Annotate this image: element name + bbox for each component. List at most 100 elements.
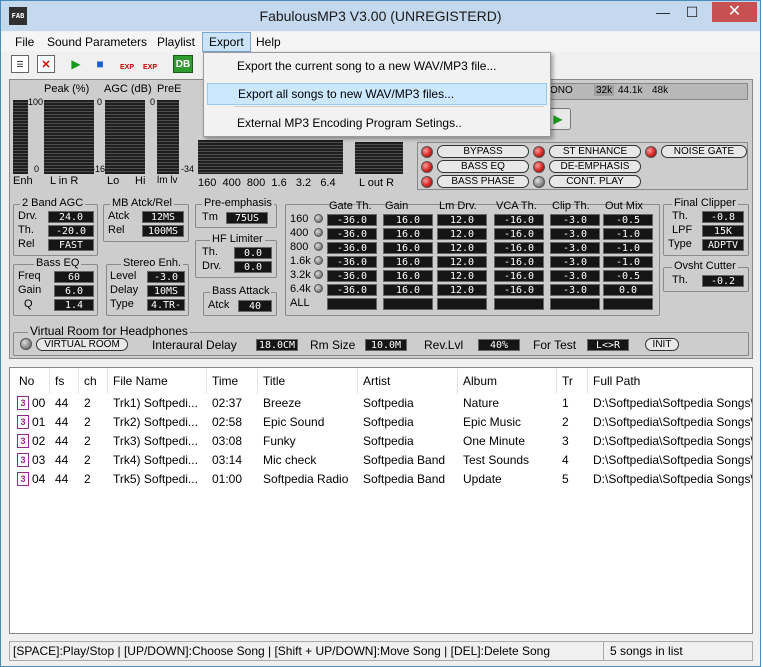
rate-32k[interactable]: 32k [594, 85, 615, 96]
close-button[interactable]: ✕ [712, 2, 757, 22]
table-row[interactable]: 3 01 44 2 Trk2) Softpedi... 02:58 Epic Sound So… [10, 413, 752, 432]
multiband-value[interactable]: 12.0 [437, 270, 487, 282]
mb-rel-value[interactable]: 100MS [142, 225, 184, 237]
multiband-value[interactable]: -16.0 [494, 270, 544, 282]
menu-playlist[interactable]: Playlist [151, 32, 201, 52]
multiband-value[interactable] [550, 298, 600, 310]
multiband-value[interactable]: 12.0 [437, 284, 487, 296]
multiband-value[interactable]: 16.0 [383, 270, 433, 282]
multiband-value[interactable]: -36.0 [327, 256, 377, 268]
multiband-value[interactable]: 16.0 [383, 284, 433, 296]
stereo-level-value[interactable]: -3.0 [147, 271, 185, 283]
stop-icon[interactable]: ■ [91, 55, 109, 73]
multiband-value[interactable]: -3.0 [550, 214, 600, 226]
playlist-icon[interactable]: ☰ [11, 55, 29, 73]
export-current-song-item[interactable]: Export the current song to a new WAV/MP3… [207, 55, 547, 77]
multiband-value[interactable]: -1.0 [603, 242, 653, 254]
bass-eq-button[interactable]: BASS EQ [437, 160, 529, 173]
play-icon[interactable]: ▶ [67, 55, 85, 73]
de-emphasis-button[interactable]: DE-EMPHASIS [549, 160, 641, 173]
table-row[interactable]: 3 02 44 2 Trk3) Softpedi... 03:08 Funky Softped… [10, 432, 752, 451]
menu-sound-parameters[interactable]: Sound Parameters [41, 32, 153, 52]
multiband-value[interactable]: -0.5 [603, 214, 653, 226]
multiband-value[interactable]: -3.0 [550, 270, 600, 282]
hf-drv-value[interactable]: 0.0 [234, 261, 272, 273]
mb-atck-value[interactable]: 12MS [142, 211, 184, 223]
agc-th-value[interactable]: -20.0 [48, 225, 94, 237]
agc-rel-value[interactable]: FAST [48, 239, 94, 251]
multiband-value[interactable]: 0.0 [603, 284, 653, 296]
multiband-value[interactable]: -3.0 [550, 242, 600, 254]
column-header[interactable]: Title [258, 368, 358, 394]
bass-q-value[interactable]: 1.4 [54, 299, 94, 311]
multiband-value[interactable]: -36.0 [327, 284, 377, 296]
multiband-value[interactable]: -16.0 [494, 256, 544, 268]
init-button[interactable]: INIT [645, 338, 679, 351]
column-header[interactable]: File Name [108, 368, 207, 394]
multiband-value[interactable] [494, 298, 544, 310]
column-header[interactable]: Full Path [588, 368, 752, 394]
multiband-value[interactable]: 16.0 [383, 228, 433, 240]
noise-gate-button[interactable]: NOISE GATE [661, 145, 747, 158]
multiband-value[interactable]: -36.0 [327, 242, 377, 254]
column-header[interactable]: Artist [358, 368, 458, 394]
multiband-value[interactable]: -16.0 [494, 214, 544, 226]
clipper-th-value[interactable]: -0.8 [702, 211, 744, 223]
multiband-value[interactable]: -3.0 [550, 256, 600, 268]
cont-play-button[interactable]: CONT. PLAY [549, 175, 641, 188]
clipper-lpf-value[interactable]: 15K [702, 225, 744, 237]
table-row[interactable]: 3 04 44 2 Trk5) Softpedi... 01:00 Softpedia Ra… [10, 470, 752, 489]
multiband-value[interactable]: -16.0 [494, 242, 544, 254]
table-row[interactable]: 3 03 44 2 Trk4) Softpedi... 03:14 Mic check Sof… [10, 451, 752, 470]
stereo-type-value[interactable]: 4.TR- [147, 299, 185, 311]
multiband-value[interactable]: 16.0 [383, 242, 433, 254]
multiband-value[interactable]: -1.0 [603, 256, 653, 268]
multiband-value[interactable]: -1.0 [603, 228, 653, 240]
export-icon[interactable]: EXP [118, 55, 136, 73]
column-header[interactable]: No [10, 368, 50, 394]
multiband-value[interactable] [603, 298, 653, 310]
stereo-delay-value[interactable]: 10MS [147, 285, 185, 297]
title-bar[interactable]: FAB FabulousMP3 V3.00 (UNREGISTERD) — ☐ … [1, 1, 760, 31]
multiband-value[interactable]: -36.0 [327, 214, 377, 226]
bass-atck-value[interactable]: 40 [238, 300, 272, 312]
minimize-button[interactable]: — [650, 2, 676, 22]
multiband-value[interactable]: 16.0 [383, 256, 433, 268]
st-enhance-button[interactable]: ST ENHANCE [549, 145, 641, 158]
bypass-button[interactable]: BYPASS [437, 145, 529, 158]
interaural-delay-value[interactable]: 18.0CM [256, 339, 298, 351]
multiband-value[interactable]: 12.0 [437, 214, 487, 226]
rev-lvl-value[interactable]: 40% [478, 339, 520, 351]
multiband-value[interactable]: 12.0 [437, 256, 487, 268]
multiband-value[interactable] [437, 298, 487, 310]
multiband-value[interactable]: -16.0 [494, 284, 544, 296]
hf-th-value[interactable]: 0.0 [234, 247, 272, 259]
column-header[interactable]: ch [79, 368, 108, 394]
bass-freq-value[interactable]: 60 [54, 271, 94, 283]
rate-48k[interactable]: 48k [652, 85, 668, 96]
multiband-value[interactable]: 12.0 [437, 228, 487, 240]
maximize-button[interactable]: ☐ [679, 2, 705, 22]
rate-441k[interactable]: 44.1k [618, 85, 642, 96]
multiband-value[interactable]: -3.0 [550, 284, 600, 296]
playlist-table[interactable]: No fs ch File Name Time Title Artist Album Tr Ful… [9, 367, 753, 634]
multiband-value[interactable]: 16.0 [383, 214, 433, 226]
external-encoder-settings-item[interactable]: External MP3 Encoding Program Setings.. [207, 112, 547, 134]
multiband-value[interactable] [327, 298, 377, 310]
preemph-tm-value[interactable]: 75US [226, 212, 268, 224]
ovsht-th-value[interactable]: -0.2 [702, 275, 744, 287]
export-all-icon[interactable]: EXP [141, 55, 159, 73]
column-header[interactable]: Album [458, 368, 557, 394]
agc-drv-value[interactable]: 24.0 [48, 211, 94, 223]
virtual-room-button[interactable]: VIRTUAL ROOM [36, 338, 128, 351]
bass-gain-value[interactable]: 6.0 [54, 285, 94, 297]
multiband-value[interactable]: -0.5 [603, 270, 653, 282]
delete-icon[interactable]: ✕ [37, 55, 55, 73]
db-button[interactable]: DB [173, 55, 193, 73]
multiband-value[interactable]: -36.0 [327, 270, 377, 282]
multiband-value[interactable]: -3.0 [550, 228, 600, 240]
column-header[interactable]: Tr [557, 368, 588, 394]
multiband-value[interactable] [383, 298, 433, 310]
multiband-value[interactable]: -16.0 [494, 228, 544, 240]
clipper-type-value[interactable]: ADPTV [702, 239, 744, 251]
